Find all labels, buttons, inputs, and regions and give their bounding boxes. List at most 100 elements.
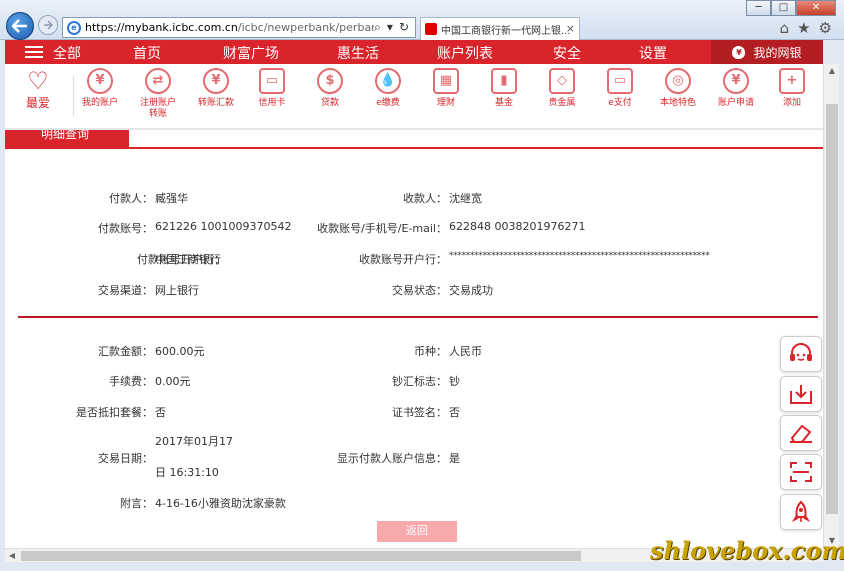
currency-value: 人民币 [449,345,482,358]
channel-value: 网上银行 [155,284,199,297]
shortcut-transfer[interactable]: ¥ 转账汇款 [187,68,245,109]
shortcut-precious-metal[interactable]: ◇ 贵金属 [533,68,591,109]
section-divider [18,316,818,318]
close-window-button[interactable]: ✕ [796,0,836,16]
shortcut-label: e缴费 [376,98,400,108]
search-icon[interactable]: ⌕ [374,20,381,35]
address-bar[interactable]: e https://mybank.icbc.com.cn/icbc/newper… [62,17,416,38]
ie-logo-icon: e [67,20,81,35]
tab-detail-query[interactable]: 明细查询 [5,130,129,148]
payer-account-value: 621226 1001009370542 [155,220,292,233]
back-button[interactable] [6,12,34,40]
nav-security[interactable]: 安全 [553,43,581,63]
scroll-up-icon[interactable]: ▲ [824,64,840,78]
back-to-top-button[interactable] [780,494,822,530]
nav-wealth-plaza[interactable]: 财富广场 [223,43,279,63]
nav-life[interactable]: 惠生活 [337,43,379,63]
cert-sign-value: 否 [449,406,460,419]
channel-label: 交易渠道： [98,284,153,297]
shortcut-label: 理财 [436,98,455,108]
shortcut-local-feature[interactable]: ◎ 本地特色 [649,68,707,109]
shortcut-label: 贷款 [320,98,339,108]
memo-value: 4-16-16小雅资助沈家豪款 [155,497,286,510]
transfer-yen-icon: ¥ [203,68,229,94]
package-deduct-label: 是否抵扣套餐： [76,406,153,419]
gear-icon[interactable]: ⚙ [819,19,832,37]
nav-all[interactable]: 全部 [53,43,81,63]
payee-bank-label: 收款账号开户行： [359,253,447,266]
heart-icon: ♡ [27,67,49,95]
scan-button[interactable] [780,454,822,490]
cert-sign-label: 证书签名： [392,406,447,419]
nav-account-list[interactable]: 账户列表 [437,43,493,63]
download-button[interactable] [780,376,822,412]
payee-account-label: 收款账号/手机号/E-mail： [317,222,447,235]
scroll-left-icon[interactable]: ◀ [5,549,19,563]
shortcut-add[interactable]: + 添加 [763,68,821,109]
shortcut-label: 添加 [782,98,801,108]
vertical-scroll-thumb[interactable] [826,104,838,514]
tab-close-icon[interactable]: × [566,22,575,35]
shortcut-label: 贵金属 [548,98,576,108]
url-host: https://mybank.icbc.com.cn [85,21,238,34]
hamburger-menu-icon[interactable] [25,46,43,58]
payer-account-label: 付款账号： [98,222,153,235]
bar-chart-icon: ▮ [491,68,517,94]
plus-icon: + [779,68,805,94]
forward-button[interactable] [38,15,58,35]
nav-home[interactable]: 首页 [133,43,161,63]
shortcut-wealth-management[interactable]: ▦ 理财 [417,68,475,109]
shortcut-label: 账户申请 [717,98,754,108]
shortcut-account-apply[interactable]: ¥ 账户申请 [707,68,765,109]
shortcut-e-payment-bill[interactable]: 💧 e缴费 [359,68,417,109]
my-ebank-button[interactable]: ¥ 我的网银 [711,40,823,64]
status-label: 交易状态： [392,284,447,297]
nav-settings[interactable]: 设置 [639,43,667,63]
my-ebank-label: 我的网银 [753,45,802,60]
show-payer-info-value: 是 [449,452,460,465]
home-icon[interactable]: ⌂ [780,19,790,37]
arrow-left-icon [12,19,27,33]
shortcut-label: 最爱 [25,96,50,110]
eraser-icon [790,424,812,443]
shortcut-registered-transfer[interactable]: ⇄ 注册账户转账 [129,68,187,120]
exchange-icon: ⇄ [145,68,171,94]
shortcut-loan[interactable]: $ 贷款 [301,68,359,109]
return-button[interactable]: 返回 [377,521,457,542]
shortcut-my-account[interactable]: ¥ 我的账户 [71,68,129,109]
cash-flag-label: 钞汇标志： [392,375,447,388]
horizontal-scroll-thumb[interactable] [21,551,581,561]
browser-tab[interactable]: 中国工商银行新一代网上银... × [420,17,580,40]
shortcut-favorite[interactable]: ♡ 最爱 [9,68,67,109]
refresh-icon[interactable]: ↻ [399,20,409,35]
shortcut-credit-card[interactable]: ▭ 信用卡 [243,68,301,109]
card-icon: ▭ [259,68,285,94]
trade-date-label: 交易日期： [98,452,153,465]
trade-date-value-line2: 日 16:31:10 [155,466,219,479]
watermark: shlovebox.com [650,536,844,565]
transaction-detail-panel: 明细查询 付款人： 臧强华 收款人： 沈继宽 付款账号： 621226 1001… [5,130,823,548]
shortcut-label: 本地特色 [659,98,696,108]
payee-account-value: 622848 0038201976271 [449,220,586,233]
minimize-button[interactable]: ─ [746,0,771,16]
shortcut-fund[interactable]: ▮ 基金 [475,68,533,109]
eraser-button[interactable] [780,415,822,451]
water-drop-icon: 💧 [375,68,401,94]
customer-service-button[interactable] [780,336,822,372]
headset-icon [790,343,812,361]
gold-bar-icon: ◇ [549,68,575,94]
cash-flag-value: 钞 [449,375,460,388]
trade-date-value-line1: 2017年01月17 [155,435,233,448]
shortcut-e-pay[interactable]: ▭ e支付 [591,68,649,109]
vertical-scrollbar[interactable]: ▲ ▼ [823,64,839,548]
currency-label: 币种： [414,345,447,358]
maximize-button[interactable]: □ [771,0,796,16]
payee-label: 收款人： [403,192,447,205]
dropdown-icon[interactable]: ▾ [387,20,393,35]
package-deduct-value: 否 [155,406,166,419]
window-controls: ─ □ ✕ [746,0,836,16]
shortcut-label: 转账汇款 [197,98,234,108]
shortcut-label: 基金 [494,98,513,108]
star-icon[interactable]: ★ [797,19,810,37]
icbc-favicon-icon [425,23,437,35]
